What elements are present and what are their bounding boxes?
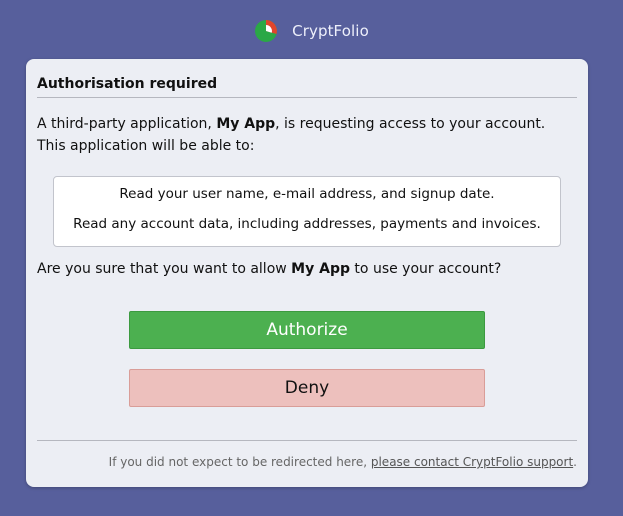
permissions-box: Read your user name, e-mail address, and… [53, 176, 561, 247]
question-suffix: to use your account? [349, 261, 502, 277]
dialog-title: Authorisation required [37, 76, 218, 92]
footer-suffix: . [573, 455, 577, 469]
footer-divider [37, 440, 577, 441]
deny-button[interactable]: Deny [129, 369, 485, 407]
intro-app-name: My App [216, 116, 276, 132]
footer-note: If you did not expect to be redirected h… [109, 455, 577, 469]
title-divider [37, 97, 577, 98]
support-link[interactable]: please contact CryptFolio support [371, 455, 573, 469]
app-header: CryptFolio [0, 17, 623, 45]
brand-name: CryptFolio [292, 22, 369, 40]
footer-prefix: If you did not expect to be redirected h… [108, 455, 371, 469]
permission-item: Read your user name, e-mail address, and… [119, 186, 495, 202]
question-app-name: My App [291, 261, 350, 277]
intro-prefix: A third-party application, [37, 116, 217, 132]
authorize-button[interactable]: Authorize [129, 311, 485, 349]
confirmation-question: Are you sure that you want to allow My A… [37, 261, 501, 277]
authorisation-dialog: Authorisation required A third-party app… [26, 59, 588, 487]
question-prefix: Are you sure that you want to allow [37, 261, 292, 277]
intro-text: A third-party application, My App, is re… [37, 113, 577, 157]
permission-item: Read any account data, including address… [73, 216, 541, 232]
pie-chart-logo-icon [255, 20, 278, 42]
